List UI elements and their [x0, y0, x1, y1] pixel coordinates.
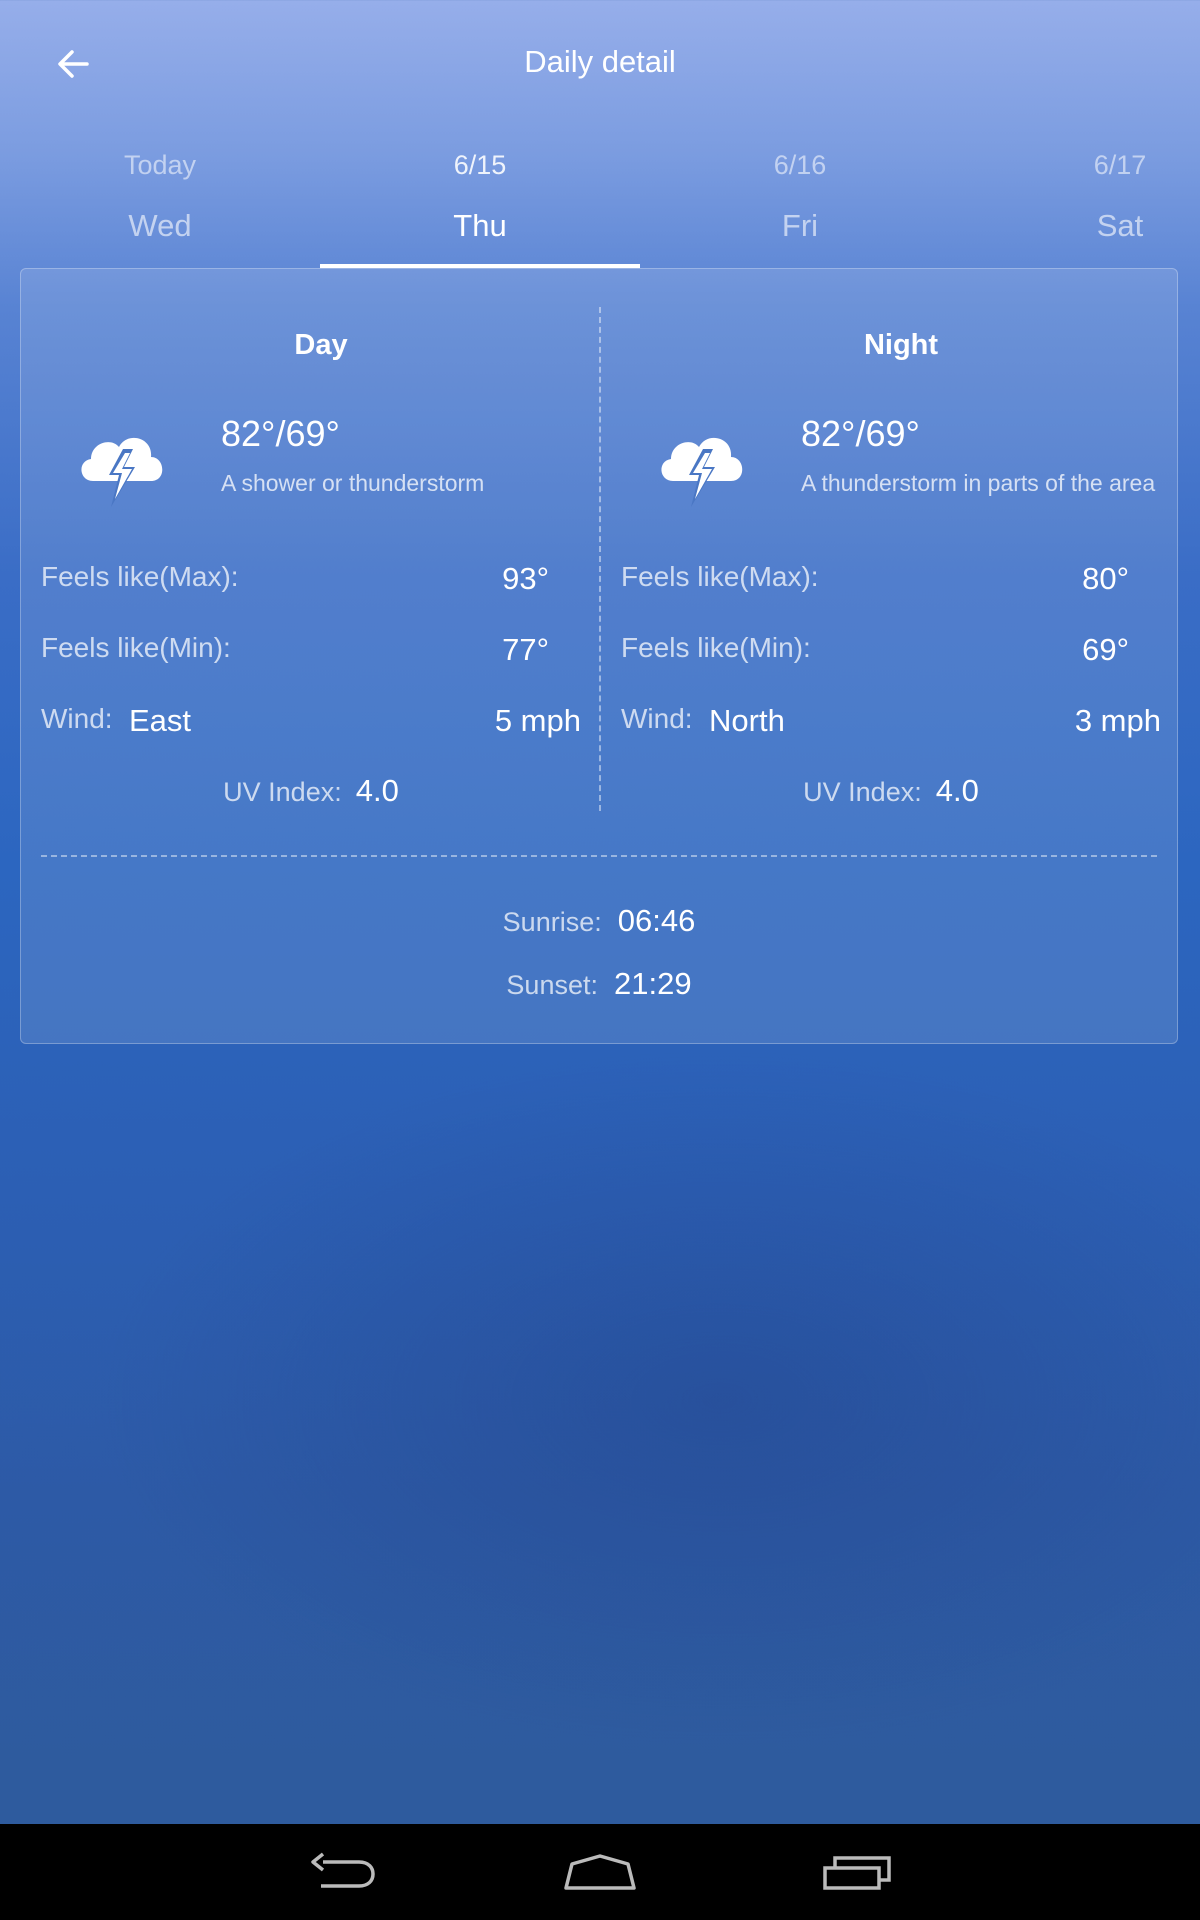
uv-value: 4.0 [355, 773, 399, 808]
tab-fri[interactable]: 6/16 Fri [700, 140, 900, 268]
tab-day: Wed [128, 208, 192, 243]
night-heading: Night [863, 329, 939, 361]
daily-detail-card: Day 82°/69° A shower or thunderstorm Fee… [20, 268, 1178, 1044]
day-description: A shower or thunderstorm [221, 470, 485, 496]
feels-min-value: 77° [502, 632, 549, 667]
sunrise-row: Sunrise: 06:46 [21, 903, 1177, 939]
sunset-value: 21:29 [613, 966, 692, 1001]
wind-speed: 5 mph [494, 703, 581, 738]
nav-back-icon [311, 1852, 375, 1888]
feels-max-row: Feels like(Max): 93° [41, 561, 581, 601]
wind-row: Wind: North 3 mph [621, 703, 1161, 743]
tab-date: 6/16 [773, 150, 827, 180]
feels-min-label: Feels like(Min): [621, 632, 811, 663]
top-bar: Daily detail [0, 0, 1200, 130]
tab-day: Sat [1096, 208, 1144, 243]
day-tabs: Today Wed 6/15 Thu 6/16 Fri 6/17 Sat [0, 140, 1200, 268]
feels-max-value: 93° [502, 561, 549, 596]
uv-index: UV Index: 4.0 [41, 773, 581, 809]
wind-direction: East [129, 703, 192, 738]
feels-max-value: 80° [1082, 561, 1129, 596]
sunrise-value: 06:46 [617, 903, 696, 938]
uv-label: UV Index: [803, 777, 922, 807]
feels-max-label: Feels like(Max): [621, 561, 819, 592]
tab-day: Fri [781, 208, 819, 243]
day-section: Day 82°/69° A shower or thunderstorm Fee… [41, 269, 601, 829]
thunderstorm-cloud-icon [661, 437, 743, 507]
tab-date: Today [123, 150, 197, 180]
nav-home-button[interactable] [555, 1842, 645, 1902]
nav-recents-icon [823, 1856, 891, 1890]
wind-direction: North [709, 703, 785, 738]
sunset-label: Sunset: [506, 970, 598, 1000]
feels-min-label: Feels like(Min): [41, 632, 231, 663]
section-divider [41, 855, 1157, 857]
thunderstorm-cloud-icon [81, 437, 163, 507]
nav-home-icon [564, 1854, 636, 1890]
night-temperature: 82°/69° [801, 413, 920, 454]
tab-date: 6/15 [453, 150, 507, 180]
tab-thu[interactable]: 6/15 Thu [380, 140, 580, 268]
tab-wed[interactable]: Today Wed [60, 140, 260, 268]
night-description: A thunderstorm in parts of the area [801, 470, 1156, 496]
wind-row: Wind: East 5 mph [41, 703, 581, 743]
uv-index: UV Index: 4.0 [621, 773, 1161, 809]
day-heading: Day [294, 329, 348, 361]
wind-label: Wind: [41, 703, 113, 734]
tab-date: 6/17 [1093, 150, 1147, 180]
feels-min-value: 69° [1082, 632, 1129, 667]
tab-sat[interactable]: 6/17 Sat [1020, 140, 1200, 268]
feels-max-label: Feels like(Max): [41, 561, 239, 592]
wind-speed: 3 mph [1074, 703, 1161, 738]
tab-day: Thu [453, 208, 507, 243]
system-nav-bar [0, 1824, 1200, 1920]
uv-value: 4.0 [935, 773, 979, 808]
feels-max-row: Feels like(Max): 80° [621, 561, 1161, 601]
feels-min-row: Feels like(Min): 77° [41, 632, 581, 672]
night-section: Night 82°/69° A thunderstorm in parts of… [621, 269, 1181, 829]
feels-min-row: Feels like(Min): 69° [621, 632, 1161, 672]
day-temperature: 82°/69° [221, 413, 340, 454]
sunrise-label: Sunrise: [502, 907, 602, 937]
wind-label: Wind: [621, 703, 693, 734]
nav-recents-button[interactable] [812, 1842, 902, 1902]
nav-back-button[interactable] [298, 1842, 388, 1902]
page-title: Daily detail [524, 44, 676, 79]
sunset-row: Sunset: 21:29 [21, 966, 1177, 1002]
uv-label: UV Index: [223, 777, 342, 807]
